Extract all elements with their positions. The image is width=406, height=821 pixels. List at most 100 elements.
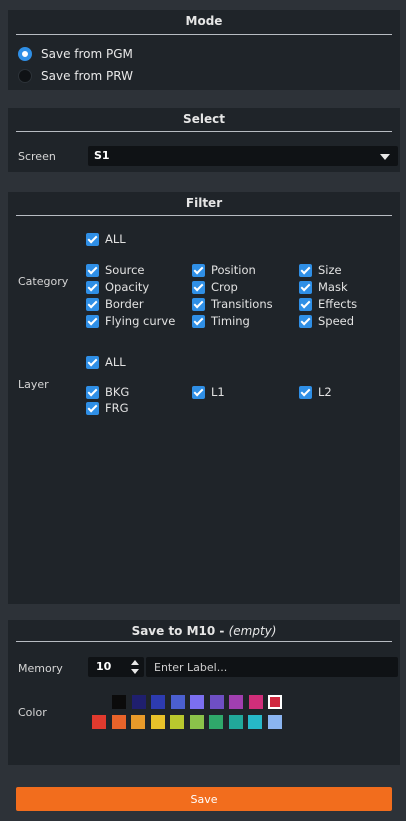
color-swatch[interactable] <box>268 695 282 709</box>
color-swatch[interactable] <box>229 695 243 709</box>
category-checkbox-crop[interactable]: Crop <box>192 279 238 295</box>
save-button-label: Save <box>190 792 218 806</box>
checkbox-label: ALL <box>105 232 126 246</box>
checkbox-label: Crop <box>211 280 238 294</box>
checkbox-label: Mask <box>318 280 348 294</box>
layer-checkbox-bkg[interactable]: BKG <box>86 384 129 400</box>
checkbox-checked-icon <box>299 280 312 294</box>
color-swatch[interactable] <box>209 695 224 709</box>
divider <box>16 215 392 216</box>
category-checkbox-timing[interactable]: Timing <box>192 313 250 329</box>
category-checkbox-transitions[interactable]: Transitions <box>192 296 273 312</box>
color-swatch[interactable] <box>189 715 204 729</box>
select-title: Select <box>183 112 225 126</box>
checkbox-label: ALL <box>105 355 126 369</box>
select-panel: Select Screen S1 <box>8 108 400 172</box>
filter-title: Filter <box>185 196 223 210</box>
checkbox-checked-icon <box>299 297 312 311</box>
memory-label: Memory <box>18 662 63 675</box>
checkbox-checked-icon <box>86 314 99 328</box>
color-swatch[interactable] <box>170 695 185 709</box>
layer-checkbox-frg[interactable]: FRG <box>86 400 129 416</box>
category-checkbox-border[interactable]: Border <box>86 296 144 312</box>
color-swatch[interactable] <box>209 715 223 729</box>
checkbox-label: BKG <box>105 385 130 399</box>
checkbox-checked-icon <box>192 263 205 277</box>
checkbox-checked-icon <box>86 280 99 294</box>
category-checkbox-source[interactable]: Source <box>86 262 145 278</box>
color-swatch[interactable] <box>248 715 262 729</box>
save-panel: Save to M10 - (empty) Memory 10 Color <box>8 620 400 765</box>
checkbox-label: Effects <box>318 297 358 311</box>
checkbox-checked-icon <box>299 263 312 277</box>
checkbox-label: Opacity <box>105 280 150 294</box>
category-checkbox-size[interactable]: Size <box>299 262 342 278</box>
checkbox-label: Timing <box>211 314 250 328</box>
color-swatch[interactable] <box>151 695 165 709</box>
checkbox-checked-icon <box>86 355 99 369</box>
save-button[interactable]: Save <box>16 787 392 811</box>
stepper-arrows-icon[interactable] <box>131 660 139 674</box>
radio-save-from-prw[interactable]: Save from PRW <box>18 67 133 85</box>
color-swatch[interactable] <box>150 715 165 729</box>
mode-panel: Mode Save from PGM Save from PRW <box>8 10 400 90</box>
filter-panel: Filter Category ALL Source Position Size… <box>8 192 400 604</box>
checkbox-checked-icon <box>86 297 99 311</box>
divider <box>16 131 392 132</box>
radio-unselected-icon <box>18 69 32 83</box>
color-swatch[interactable] <box>112 695 126 709</box>
color-swatch[interactable] <box>131 715 145 729</box>
checkbox-label: L1 <box>211 385 225 399</box>
checkbox-checked-icon <box>192 280 205 294</box>
color-swatch[interactable] <box>248 695 263 709</box>
checkbox-checked-icon <box>86 385 99 399</box>
memory-value: 10 <box>96 660 112 673</box>
layer-label: Layer <box>18 378 49 391</box>
checkbox-label: Position <box>211 263 256 277</box>
color-swatch[interactable] <box>131 695 146 709</box>
checkbox-checked-icon <box>86 401 99 415</box>
checkbox-checked-icon <box>86 232 99 246</box>
color-label: Color <box>18 706 47 719</box>
category-checkbox-position[interactable]: Position <box>192 262 256 278</box>
layer-all-checkbox[interactable]: ALL <box>86 354 126 370</box>
label-input[interactable] <box>146 657 398 677</box>
memory-stepper[interactable]: 10 <box>88 657 144 677</box>
checkbox-checked-icon <box>299 385 312 399</box>
category-checkbox-opacity[interactable]: Opacity <box>86 279 149 295</box>
category-checkbox-effects[interactable]: Effects <box>299 296 357 312</box>
color-swatch[interactable] <box>170 715 184 729</box>
color-swatch[interactable] <box>228 715 243 729</box>
color-swatch[interactable] <box>190 695 204 709</box>
category-checkbox-flying-curve[interactable]: Flying curve <box>86 313 175 329</box>
divider <box>16 34 392 35</box>
screen-select[interactable]: S1 <box>88 146 398 166</box>
save-title: Save to M10 - (empty) <box>8 620 400 639</box>
divider <box>16 641 392 642</box>
chevron-down-icon <box>380 154 390 160</box>
checkbox-checked-icon <box>192 385 205 399</box>
checkbox-label: Flying curve <box>105 314 176 328</box>
color-swatch[interactable] <box>267 715 282 729</box>
checkbox-checked-icon <box>86 263 99 277</box>
category-all-checkbox[interactable]: ALL <box>86 231 126 247</box>
screen-select-value: S1 <box>94 149 110 162</box>
save-title-status: (empty) <box>228 624 277 638</box>
color-swatch[interactable] <box>92 715 106 729</box>
checkbox-checked-icon <box>192 314 205 328</box>
category-checkbox-mask[interactable]: Mask <box>299 279 348 295</box>
radio-label: Save from PRW <box>41 69 133 83</box>
checkbox-label: Size <box>318 263 342 277</box>
checkbox-label: Transitions <box>211 297 273 311</box>
category-checkbox-speed[interactable]: Speed <box>299 313 354 329</box>
color-swatch[interactable] <box>111 715 126 729</box>
radio-label: Save from PGM <box>41 47 133 61</box>
layer-checkbox-l1[interactable]: L1 <box>192 384 225 400</box>
screen-label: Screen <box>18 150 56 163</box>
radio-save-from-pgm[interactable]: Save from PGM <box>18 45 133 63</box>
category-label: Category <box>18 275 69 288</box>
layer-checkbox-l2[interactable]: L2 <box>299 384 332 400</box>
mode-title: Mode <box>185 14 223 28</box>
checkbox-label: L2 <box>318 385 332 399</box>
checkbox-label: Border <box>105 297 144 311</box>
